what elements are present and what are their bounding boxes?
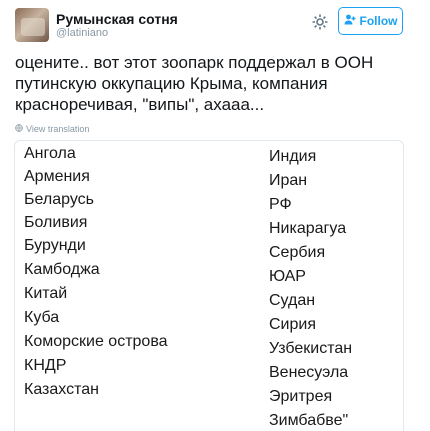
list-item: Камбоджа [24,261,100,278]
list-item: Сирия [269,316,316,333]
follow-label: Follow [359,14,398,28]
list-item: Ангола [24,145,76,162]
list-item: Венесуэла [269,364,349,381]
globe-icon [15,124,23,134]
list-item: Коморские острова [24,333,168,350]
list-item: Зимбабве" [269,412,349,429]
list-item: Армения [24,168,90,185]
list-item: Судан [269,292,316,309]
view-translation-label: View translation [26,124,90,134]
view-translation-link[interactable]: View translation [15,124,89,134]
tweet-line: оцените.. вот этот зоопарк поддержал в О… [15,53,374,72]
list-item: КНДР [24,357,67,374]
list-item: Эритрея [269,388,333,405]
follow-button[interactable]: Follow [338,7,403,35]
avatar[interactable] [15,8,49,42]
list-item: Бурунди [24,237,86,254]
tweet-image[interactable]: Ангола Армения Беларусь Боливия Бурунди … [14,140,404,431]
display-name[interactable]: Румынская сотня [56,11,178,27]
list-item: Куба [24,309,60,326]
list-item: Казахстан [24,381,99,398]
tweet-text: оцените.. вот этот зоопарк поддержал в О… [15,52,415,115]
tweet-line: красноречивая, "випы", ахааа... [15,95,265,114]
list-item: Сербия [269,244,326,261]
list-item: РФ [269,196,292,213]
list-item: Боливия [24,214,88,231]
list-item: Китай [24,285,68,302]
tweet-line: путинскую оккупацию Крыма, компания [15,74,328,93]
add-user-icon [344,14,356,28]
user-handle[interactable]: @latiniano [56,27,108,39]
list-item: Иран [269,172,308,189]
list-item: Никарагуа [269,220,347,237]
gear-icon[interactable] [310,12,330,32]
list-item: ЮАР [269,268,306,285]
list-item: Беларусь [24,191,94,208]
list-item: Индия [269,148,317,165]
list-item: Узбекистан [269,340,353,357]
